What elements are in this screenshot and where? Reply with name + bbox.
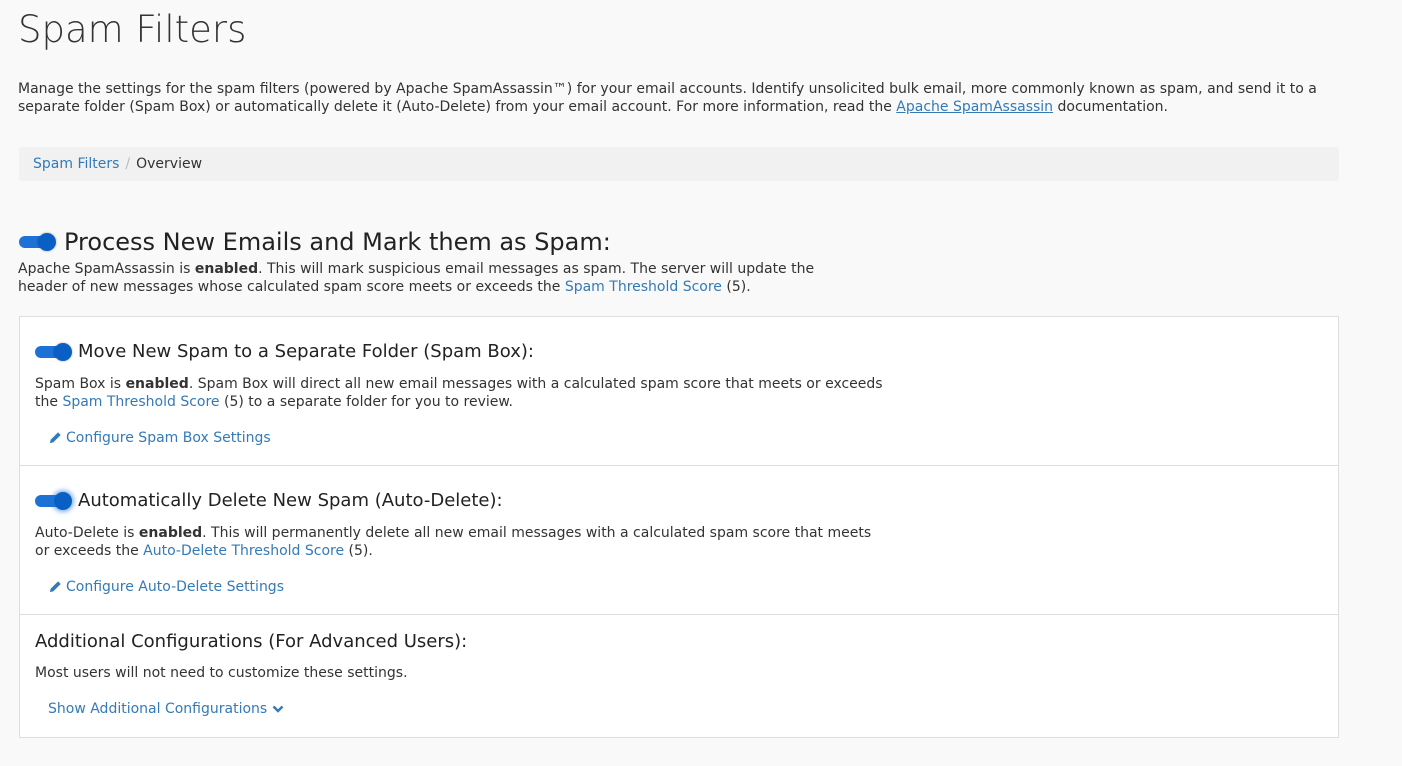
spam-box-section: Move New Spam to a Separate Folder (Spam… [20,317,1338,466]
pencil-icon [49,581,61,593]
pencil-icon [49,432,61,444]
process-emails-header: Process New Emails and Mark them as Spam… [19,228,611,256]
configure-auto-delete-label: Configure Auto-Delete Settings [66,579,284,595]
configure-auto-delete-link[interactable]: Configure Auto-Delete Settings [48,578,284,596]
chevron-down-icon [272,705,284,713]
apache-spamassassin-link[interactable]: Apache SpamAssassin [896,99,1053,115]
additional-configurations-description: Most users will not need to customize th… [35,665,408,681]
show-additional-configurations-label: Show Additional Configurations [48,701,268,717]
desc-text: Auto-Delete is [35,525,139,541]
enabled-status: enabled [194,261,259,277]
process-emails-heading: Process New Emails and Mark them as Spam… [64,228,611,256]
spam-box-toggle[interactable] [35,342,72,361]
spam-settings-panel: Move New Spam to a Separate Folder (Spam… [19,316,1339,738]
desc-text: Apache SpamAssassin is [18,261,195,277]
enabled-status: enabled [138,525,203,541]
auto-delete-threshold-score-link[interactable]: Auto-Delete Threshold Score [143,543,344,559]
breadcrumb-current: Overview [136,156,203,172]
desc-text: (5) to a separate folder for you to revi… [219,394,514,410]
toggle-knob [54,491,72,510]
breadcrumb-separator: / [125,156,131,172]
auto-delete-section: Automatically Delete New Spam (Auto-Dele… [20,466,1338,615]
additional-configurations-header: Additional Configurations (For Advanced … [35,631,467,652]
desc-text: (5). [344,543,373,559]
toggle-knob [54,342,72,361]
spam-box-heading: Move New Spam to a Separate Folder (Spam… [78,341,534,362]
process-emails-description: Apache SpamAssassin is enabled. This wil… [18,260,858,296]
spam-box-header: Move New Spam to a Separate Folder (Spam… [35,341,534,362]
breadcrumb: Spam Filters / Overview [19,147,1339,181]
toggle-knob [38,233,56,251]
breadcrumb-spam-filters[interactable]: Spam Filters [33,156,119,172]
page-intro: Manage the settings for the spam filters… [18,80,1358,116]
auto-delete-description: Auto-Delete is enabled. This will perman… [35,524,885,560]
spam-box-description: Spam Box is enabled. Spam Box will direc… [35,375,885,411]
auto-delete-toggle[interactable] [35,491,72,510]
show-additional-configurations-link[interactable]: Show Additional Configurations [48,700,284,718]
configure-spam-box-label: Configure Spam Box Settings [66,430,271,446]
spam-threshold-score-link[interactable]: Spam Threshold Score [62,394,219,410]
additional-configurations-section: Additional Configurations (For Advanced … [20,615,1338,737]
intro-text-end: documentation. [1053,99,1168,115]
enabled-status: enabled [125,376,189,392]
process-emails-toggle[interactable] [19,233,56,251]
page-title: Spam Filters [18,8,247,51]
auto-delete-header: Automatically Delete New Spam (Auto-Dele… [35,490,503,511]
additional-configurations-heading: Additional Configurations (For Advanced … [35,631,468,652]
spam-filters-page: Spam Filters Manage the settings for the… [0,0,1402,766]
spam-threshold-score-link[interactable]: Spam Threshold Score [565,279,722,295]
auto-delete-heading: Automatically Delete New Spam (Auto-Dele… [78,490,503,511]
configure-spam-box-link[interactable]: Configure Spam Box Settings [48,429,271,447]
desc-text: (5). [721,279,751,295]
desc-text: Spam Box is [35,376,126,392]
